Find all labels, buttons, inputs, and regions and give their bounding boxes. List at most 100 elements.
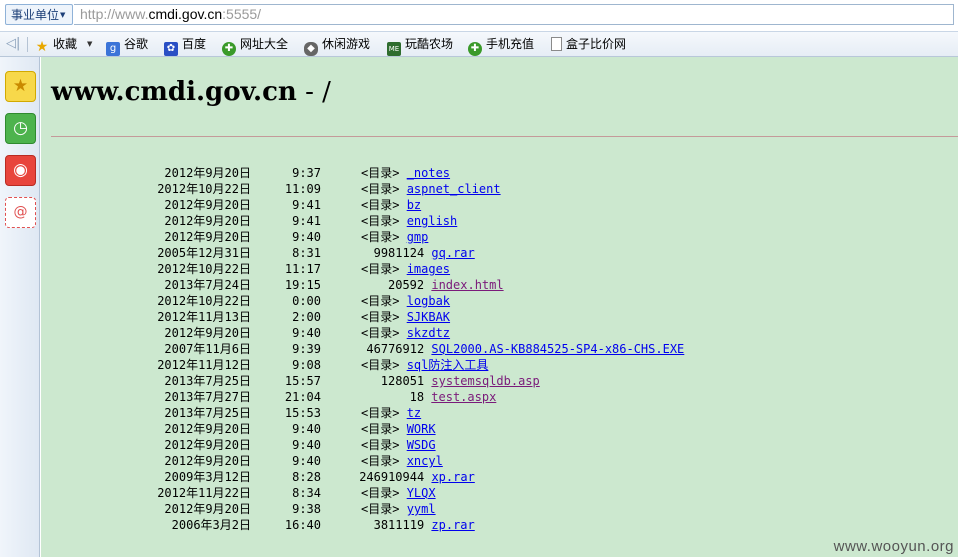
listing-row: 2013年7月24日 19:15 20592 index.html [41, 277, 958, 293]
listing-time: 2:00 [292, 310, 321, 324]
listing-meta-text: <目录> [361, 422, 400, 436]
listing-size: 3811119 zp.rar [374, 517, 475, 533]
listing-link[interactable]: index.html [431, 278, 503, 292]
listing-row: 2012年9月20日 9:38 <目录> yyml [41, 501, 958, 517]
listing-meta-text: <目录> [361, 182, 400, 196]
listing-date: 2012年11月13日 [157, 310, 251, 324]
listing-link[interactable]: sql防注入工具 [407, 358, 489, 372]
listing-row: 2012年9月20日 9:40 <目录> xncyl [41, 453, 958, 469]
listing-dir-marker: <目录> yyml [361, 501, 436, 517]
listing-time: 9:08 [292, 358, 321, 372]
listing-date: 2012年9月20日 [164, 422, 251, 436]
fav-link-label: 盒子比价网 [566, 37, 627, 51]
listing-link[interactable]: tz [407, 406, 421, 420]
listing-dir-marker: <目录> english [361, 213, 457, 229]
fav-link-farm[interactable]: ME 玩酷农场 [387, 35, 454, 56]
listing-meta-text: <目录> [361, 214, 400, 228]
listing-link[interactable]: YLQX [407, 486, 436, 500]
listing-date: 2013年7月25日 [164, 374, 251, 388]
listing-link[interactable]: bz [407, 198, 421, 212]
listing-time: 11:17 [284, 262, 321, 276]
listing-link[interactable]: SJKBAK [407, 310, 450, 324]
listing-dir-marker: <目录> aspnet_client [361, 181, 501, 197]
url-port: :5555/ [222, 6, 262, 22]
listing-date: 2012年9月20日 [164, 166, 251, 180]
fav-link-hezi[interactable]: 盒子比价网 [551, 35, 626, 53]
listing-date: 2006年3月2日 [171, 518, 251, 532]
fav-link-label: 玩酷农场 [405, 37, 454, 51]
listing-dir-marker: <目录> SJKBAK [361, 309, 450, 325]
url-input[interactable]: http://www.cmdi.gov.cn:5555/ [74, 4, 954, 25]
listing-link[interactable]: images [407, 262, 450, 276]
listing-time: 9:40 [292, 422, 321, 436]
listing-link[interactable]: logbak [407, 294, 450, 308]
history-clock-icon[interactable]: ◷ [5, 113, 36, 144]
chevron-down-icon: ▼ [87, 40, 93, 48]
listing-date: 2012年9月20日 [164, 230, 251, 244]
fav-link-baidu[interactable]: ✿ 百度 [164, 35, 206, 56]
listing-row: 2012年9月20日 9:40 <目录> skzdtz [41, 325, 958, 341]
baidu-paw-icon: ✿ [164, 42, 178, 56]
page-title-host: www.cmdi.gov.cn [51, 77, 297, 107]
listing-link[interactable]: aspnet_client [407, 182, 501, 196]
favorites-menu-button[interactable]: ★ 收藏 ▼ [35, 35, 93, 55]
listing-time: 8:31 [292, 246, 321, 260]
listing-date: 2013年7月25日 [164, 406, 251, 420]
listing-row: 2012年10月22日 0:00 <目录> logbak [41, 293, 958, 309]
listing-date: 2005年12月31日 [157, 246, 251, 260]
listing-meta-text: <目录> [361, 310, 400, 324]
collapse-sidebar-icon[interactable]: ◁| [6, 37, 22, 51]
listing-dir-marker: <目录> YLQX [361, 485, 436, 501]
listing-row: 2012年10月22日 11:17 <目录> images [41, 261, 958, 277]
security-zone-dropdown[interactable]: 事业单位▼ [5, 4, 73, 25]
divider [27, 37, 28, 52]
listing-meta-text: <目录> [361, 326, 400, 340]
listing-link[interactable]: SQL2000.AS-KB884525-SP4-x86-CHS.EXE [431, 342, 684, 356]
fav-link-hao123[interactable]: ✚ 网址大全 [222, 35, 288, 56]
listing-row: 2012年9月20日 9:41 <目录> english [41, 213, 958, 229]
listing-meta-text: <目录> [361, 454, 400, 468]
listing-dir-marker: <目录> _notes [361, 165, 450, 181]
listing-link[interactable]: test.aspx [431, 390, 496, 404]
listing-time: 11:09 [284, 182, 321, 196]
weibo-icon[interactable]: ◉ [5, 155, 36, 186]
listing-time: 15:57 [284, 374, 321, 388]
listing-link[interactable]: zp.rar [431, 518, 474, 532]
listing-time: 9:41 [292, 214, 321, 228]
listing-date: 2012年10月22日 [157, 294, 251, 308]
listing-link[interactable]: english [407, 214, 458, 228]
listing-date: 2012年9月20日 [164, 198, 251, 212]
listing-link[interactable]: gq.rar [431, 246, 474, 260]
star-icon: ★ [35, 39, 49, 55]
listing-link[interactable]: WSDG [407, 438, 436, 452]
listing-size: 46776912 SQL2000.AS-KB884525-SP4-x86-CHS… [366, 341, 684, 357]
favorites-star-icon[interactable]: ★ [5, 71, 36, 102]
listing-link[interactable]: gmp [407, 230, 429, 244]
listing-meta-text: 20592 [388, 278, 425, 292]
listing-row: 2005年12月31日 8:31 9981124 gq.rar [41, 245, 958, 261]
fav-link-google[interactable]: g 谷歌 [106, 35, 148, 56]
page-title: www.cmdi.gov.cn - / [51, 77, 331, 107]
email-at-icon[interactable]: @ [5, 197, 36, 228]
listing-meta-text: 3811119 [373, 518, 425, 532]
listing-link[interactable]: xp.rar [431, 470, 474, 484]
listing-time: 9:38 [292, 502, 321, 516]
listing-link[interactable]: WORK [407, 422, 436, 436]
chevron-down-icon: ▼ [60, 11, 66, 19]
listing-link[interactable]: skzdtz [407, 326, 450, 340]
listing-size: 18 test.aspx [410, 389, 497, 405]
fav-link-games[interactable]: ◆ 休闲游戏 [304, 35, 371, 56]
listing-time: 9:40 [292, 438, 321, 452]
listing-link[interactable]: yyml [407, 502, 436, 516]
listing-meta-text: <目录> [361, 406, 400, 420]
fav-link-label: 休闲游戏 [322, 37, 371, 51]
listing-date: 2012年9月20日 [164, 502, 251, 516]
recharge-icon: ✚ [468, 42, 482, 56]
listing-link[interactable]: systemsqldb.asp [431, 374, 539, 388]
fav-link-recharge[interactable]: ✚ 手机充值 [468, 35, 534, 56]
listing-size: 9981124 gq.rar [374, 245, 475, 261]
listing-dir-marker: <目录> images [361, 261, 450, 277]
listing-link[interactable]: _notes [407, 166, 450, 180]
listing-link[interactable]: xncyl [407, 454, 443, 468]
listing-dir-marker: <目录> bz [361, 197, 421, 213]
